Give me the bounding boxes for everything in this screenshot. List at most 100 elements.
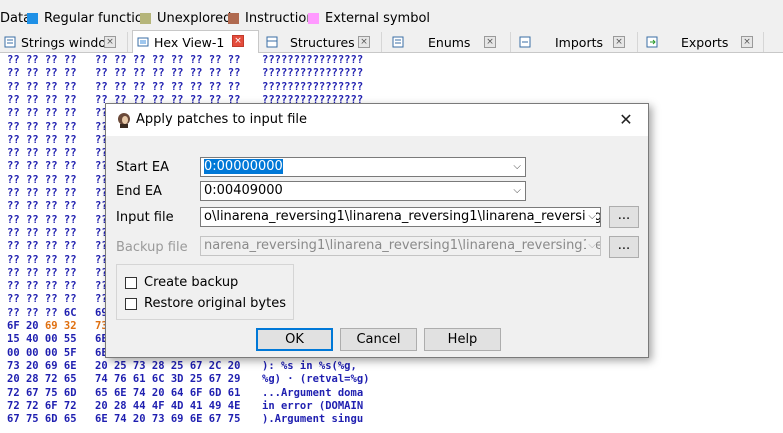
hex-ascii[interactable]: in error (DOMAIN <box>262 400 363 412</box>
hex-ascii[interactable]: ???????????????? <box>262 67 363 79</box>
legend-swatch <box>228 12 239 24</box>
backup-file-value: narena_reversing1\linarena_reversing1\li… <box>204 238 600 253</box>
restore-original-bytes-checkbox[interactable]: Restore original bytes <box>125 296 286 311</box>
chevron-down-icon[interactable]: ⌵ <box>586 237 596 255</box>
hex-ascii[interactable]: ...Argument doma <box>262 387 363 399</box>
start-ea-combobox[interactable]: 0:00000000 ⌵ <box>200 157 526 177</box>
hex-ascii[interactable]: ???????????????? <box>262 81 363 93</box>
legend-item-external-symbol: External symbol <box>308 10 430 26</box>
tab-label: Structures <box>290 34 355 50</box>
hex-bytes[interactable]: ?? ?? ?? ?? <box>7 280 77 292</box>
input-file-label: Input file <box>116 210 174 225</box>
tab-label: Enums <box>428 34 471 50</box>
legend-label: External symbol <box>325 10 431 26</box>
exports-icon <box>646 36 658 48</box>
legend-swatch <box>140 12 151 24</box>
hex-bytes[interactable]: 67 75 6D 65 <box>7 413 77 425</box>
legend-item-unexplored: Unexplored <box>140 10 231 26</box>
hex-bytes[interactable]: ?? ?? ?? ?? <box>7 94 77 106</box>
structures-icon <box>266 36 278 48</box>
hex-bytes[interactable]: ?? ?? ?? ?? <box>7 267 77 279</box>
hex-bytes[interactable]: ?? ?? ?? ?? ?? ?? ?? ?? <box>95 81 240 93</box>
close-icon[interactable]: × <box>232 35 244 47</box>
ok-button[interactable]: OK <box>256 328 333 351</box>
checkbox-box[interactable] <box>125 276 137 289</box>
browse-input-file-button[interactable]: ... <box>609 206 639 228</box>
tab-label: Strings window <box>21 34 117 50</box>
hex-bytes[interactable]: 73 20 69 6E <box>7 360 77 372</box>
hex-bytes[interactable]: ?? ?? ?? 6C <box>7 307 77 319</box>
hex-ascii[interactable]: ???????????????? <box>262 54 363 66</box>
hex-bytes[interactable]: ?? ?? ?? ?? <box>7 160 77 172</box>
tab-structures[interactable]: Structures × <box>262 32 382 52</box>
browse-backup-file-button[interactable]: ... <box>609 236 639 258</box>
hex-bytes[interactable]: 20 28 72 65 <box>7 373 77 385</box>
hex-bytes[interactable]: ?? ?? ?? ?? ?? ?? ?? ?? <box>95 54 240 66</box>
hex-bytes[interactable]: 65 6E 74 20 64 6F 6D 61 <box>95 387 240 399</box>
hex-bytes[interactable]: ?? ?? ?? ?? <box>7 134 77 146</box>
help-button[interactable]: Help <box>424 328 501 351</box>
hex-bytes[interactable]: 00 00 00 5F <box>7 347 77 359</box>
hex-bytes[interactable]: ?? ?? ?? ?? <box>7 121 77 133</box>
legend-swatch <box>27 12 38 24</box>
tab-hex-view[interactable]: Hex View-1 × <box>132 30 259 53</box>
hex-bytes[interactable]: 74 76 61 6C 3D 25 67 29 <box>95 373 240 385</box>
hex-ascii[interactable]: ).Argument singu <box>262 413 363 425</box>
hex-bytes[interactable]: 72 67 75 6D <box>7 387 77 399</box>
hex-bytes[interactable]: ?? ?? ?? ?? <box>7 214 77 226</box>
legend-item-instruction: Instruction <box>228 10 315 26</box>
chevron-down-icon[interactable]: ⌵ <box>513 182 521 200</box>
hex-bytes[interactable]: ?? ?? ?? ?? <box>7 254 77 266</box>
tab-enums[interactable]: Enums × <box>388 32 511 52</box>
chevron-down-icon[interactable]: ⌵ <box>513 158 521 176</box>
hex-bytes[interactable]: ?? ?? ?? ?? <box>7 240 77 252</box>
create-backup-checkbox[interactable]: Create backup <box>125 275 238 290</box>
enums-icon <box>392 36 404 48</box>
hex-ascii[interactable]: %g) · (retval=%g) <box>262 373 369 385</box>
checkbox-box[interactable] <box>125 297 137 310</box>
chevron-down-icon[interactable]: ⌵ <box>586 208 596 226</box>
start-ea-value: 0:00000000 <box>204 159 283 174</box>
cancel-button[interactable]: Cancel <box>340 328 417 351</box>
close-icon[interactable]: × <box>358 36 370 48</box>
hex-byte[interactable]: 6F <box>7 320 26 332</box>
checkbox-label: Create backup <box>144 275 239 290</box>
hex-bytes[interactable]: 20 28 44 4F 4D 41 49 4E <box>95 400 240 412</box>
backup-file-combobox[interactable]: narena_reversing1\linarena_reversing1\li… <box>200 236 601 256</box>
hex-bytes[interactable]: ?? ?? ?? ?? <box>7 67 77 79</box>
hex-bytes[interactable]: ?? ?? ?? ?? <box>7 54 77 66</box>
backup-file-label: Backup file <box>116 240 188 255</box>
hex-bytes[interactable]: 6E 74 20 73 69 6E 67 75 <box>95 413 240 425</box>
hex-bytes[interactable]: ?? ?? ?? ?? ?? ?? ?? ?? <box>95 67 240 79</box>
hex-bytes[interactable]: ?? ?? ?? ?? <box>7 200 77 212</box>
hex-bytes[interactable]: ?? ?? ?? ?? <box>7 227 77 239</box>
hex-bytes[interactable]: ?? ?? ?? ?? <box>7 107 77 119</box>
strings-icon <box>4 36 16 48</box>
legend-swatch <box>308 12 319 24</box>
tab-imports[interactable]: Imports × <box>515 32 638 52</box>
hex-ascii[interactable]: ): %s in %s(%g, <box>262 360 357 372</box>
hex-byte[interactable]: 20 <box>26 320 45 332</box>
close-icon[interactable]: × <box>613 36 625 48</box>
tab-exports[interactable]: Exports × <box>642 32 764 52</box>
legend-label: Unexplored <box>157 10 232 26</box>
tab-strings-window[interactable]: Strings window × <box>0 32 128 52</box>
hex-bytes[interactable]: ?? ?? ?? ?? <box>7 293 77 305</box>
hex-bytes[interactable]: 72 72 6F 72 <box>7 400 77 412</box>
close-icon[interactable]: ✕ <box>612 109 640 131</box>
hex-byte[interactable]: 32 <box>64 320 77 332</box>
checkbox-label: Restore original bytes <box>144 296 286 311</box>
close-icon[interactable]: × <box>741 36 753 48</box>
input-file-combobox[interactable]: o\linarena_reversing1\linarena_reversing… <box>200 207 601 227</box>
hex-bytes[interactable]: ?? ?? ?? ?? <box>7 81 77 93</box>
hex-bytes[interactable]: 6F 20 69 32 <box>7 320 77 332</box>
hex-bytes[interactable]: 15 40 00 55 <box>7 333 77 345</box>
hex-bytes[interactable]: 20 25 73 28 25 67 2C 20 <box>95 360 240 372</box>
hex-bytes[interactable]: ?? ?? ?? ?? <box>7 187 77 199</box>
close-icon[interactable]: × <box>104 36 116 48</box>
end-ea-combobox[interactable]: 0:00409000 ⌵ <box>200 181 526 201</box>
close-icon[interactable]: × <box>484 36 496 48</box>
hex-byte[interactable]: 69 <box>45 320 64 332</box>
hex-bytes[interactable]: ?? ?? ?? ?? <box>7 147 77 159</box>
hex-bytes[interactable]: ?? ?? ?? ?? <box>7 174 77 186</box>
